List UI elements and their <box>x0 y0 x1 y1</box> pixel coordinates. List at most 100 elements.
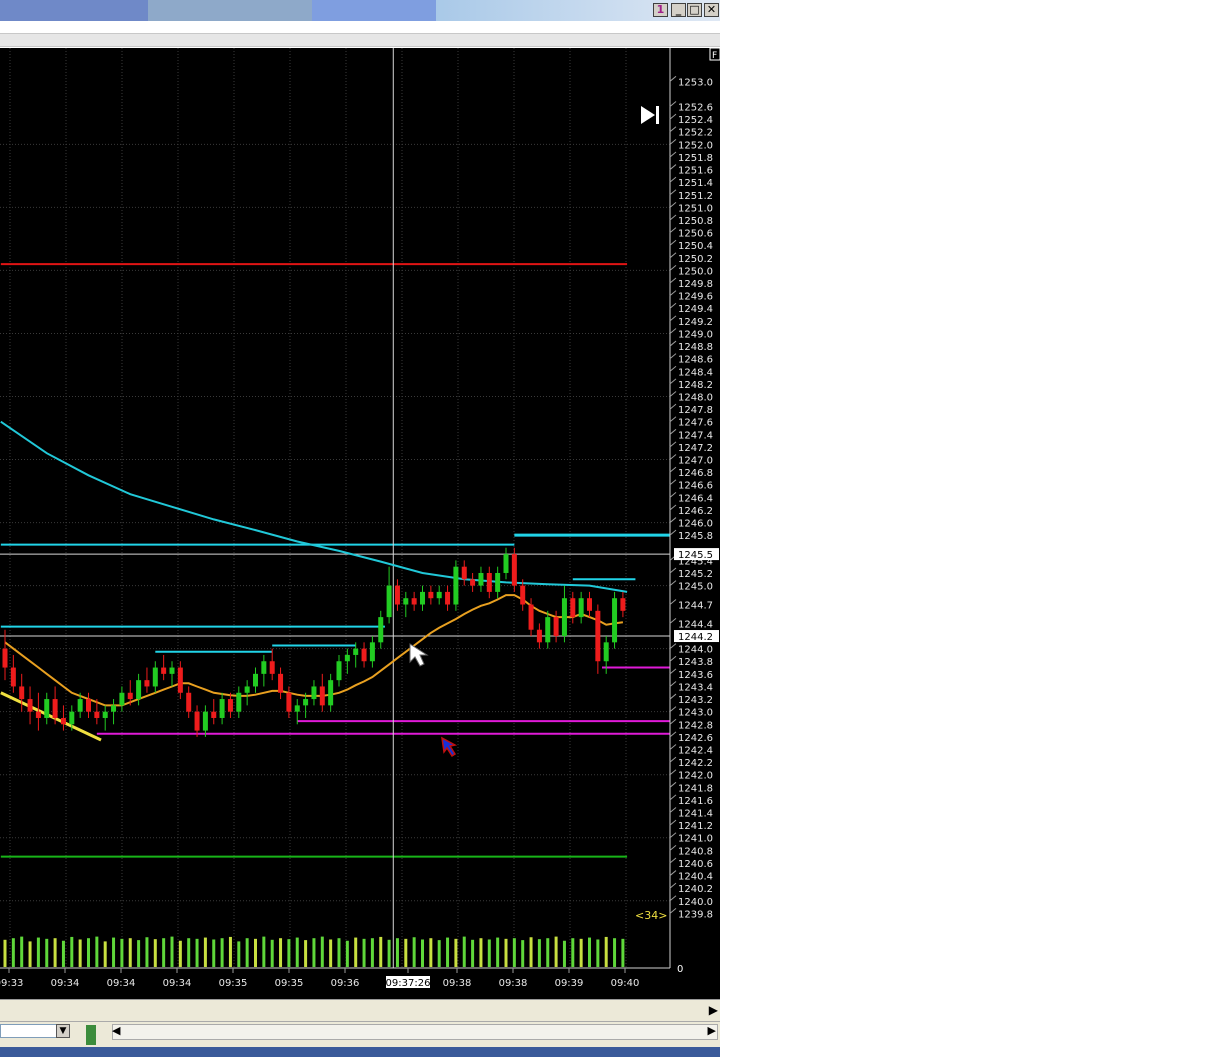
price-tick-label: 1252.0 <box>678 140 713 151</box>
volume-bar <box>537 939 541 967</box>
volume-bar <box>112 937 116 967</box>
price-tick-label: 1244.0 <box>678 645 713 656</box>
volume-bar <box>120 938 124 967</box>
mouse-cursor-icon <box>409 643 429 667</box>
volume-bar <box>471 939 475 967</box>
volume-bar <box>529 937 533 967</box>
toolbar <box>0 21 720 48</box>
price-tick-label: 1245.2 <box>678 569 713 580</box>
candle-down <box>587 598 592 611</box>
chart-area[interactable]: 1253.0 1252.6 1252.4 1252.2 1252.0 1251.8 1251… <box>0 48 720 1000</box>
price-tick-mark <box>669 857 677 864</box>
price-tick-label: 1252.4 <box>678 115 713 126</box>
price-tick-mark <box>669 794 677 801</box>
price-tick-mark <box>669 454 677 460</box>
candle-down <box>620 598 626 611</box>
volume-bar <box>462 936 466 967</box>
price-tick-mark <box>669 201 677 208</box>
price-chart[interactable]: 1253.0 1252.61252.4 1252.21252.0 1251.8 1251… <box>0 48 720 1000</box>
candle-up <box>545 617 551 643</box>
candle-up <box>202 711 208 731</box>
minimize-button[interactable]: _ <box>671 3 686 17</box>
price-tick-mark <box>669 744 677 750</box>
volume-bar <box>162 938 166 967</box>
highlighted-price-label: 1245.5 <box>678 550 713 561</box>
price-tick-mark <box>669 416 677 423</box>
maximize-button[interactable]: □ <box>687 3 702 17</box>
time-tick-label: 09:40 <box>611 978 640 989</box>
price-tick-mark <box>669 466 677 473</box>
price-tick-label: 1249.0 <box>678 329 713 340</box>
candle-down <box>161 667 167 674</box>
side-tab[interactable]: F <box>709 48 720 61</box>
price-tick-mark <box>669 252 677 259</box>
chevron-down-icon[interactable]: ▼ <box>56 1024 70 1038</box>
volume-bar <box>137 940 141 967</box>
price-tick-mark <box>669 164 677 170</box>
candle-down <box>94 711 100 718</box>
volume-bar <box>596 939 600 967</box>
price-tick-mark <box>669 340 677 347</box>
price-tick-mark <box>669 807 677 813</box>
overlay: F <34> 0 <box>409 48 720 975</box>
price-tick-mark <box>669 265 677 271</box>
price-tick-label: 1249.6 <box>678 292 713 303</box>
time-tick-label: 09:35 <box>275 978 304 989</box>
bottom-scrollbar[interactable] <box>112 1024 718 1040</box>
volume-bar <box>362 938 366 967</box>
volume-bar <box>237 941 241 967</box>
price-tick-mark <box>669 668 677 675</box>
slow-moving-average <box>0 420 628 593</box>
horizontal-scrollbar[interactable]: ▶ <box>0 999 720 1022</box>
candle-down <box>10 667 16 687</box>
candle-up <box>503 554 509 573</box>
volume-zero-label: 0 <box>677 964 683 975</box>
price-tick-mark <box>669 189 677 196</box>
jump-to-end-icon[interactable] <box>641 106 659 124</box>
price-tick-mark <box>669 441 677 448</box>
price-tick-label: 1248.2 <box>678 380 713 391</box>
price-tick-mark <box>669 315 677 322</box>
price-tick-mark <box>669 756 677 763</box>
volume-bar <box>429 938 433 967</box>
scroll-right-icon[interactable]: ▶ <box>709 1003 718 1017</box>
price-tick-mark <box>669 832 677 839</box>
price-tick-mark <box>669 693 677 700</box>
window-menu-button[interactable]: 1 <box>653 3 668 17</box>
volume-bar <box>87 938 90 967</box>
candle-down <box>60 717 66 725</box>
scroll-left-icon[interactable]: ◀ <box>112 1024 120 1037</box>
candle-down <box>536 629 542 643</box>
price-tick-mark <box>669 277 677 284</box>
price-tick-label: 1242.6 <box>678 733 713 744</box>
volume-bar <box>220 938 224 967</box>
volume-bar <box>437 940 441 967</box>
price-tick-mark <box>669 391 677 397</box>
candle-down <box>486 572 492 592</box>
volume-bar <box>579 938 583 967</box>
time-tick-label: 09:38 <box>443 978 472 989</box>
volume-bar <box>262 936 266 967</box>
volume-bar <box>270 939 274 967</box>
price-tick-label: 1251.2 <box>678 191 713 202</box>
volume-bar <box>521 940 525 967</box>
candle-up <box>369 642 375 662</box>
time-tick-label: 09:39 <box>555 978 584 989</box>
scroll-right-icon[interactable]: ▶ <box>708 1024 716 1037</box>
volume-bar <box>254 938 257 967</box>
trading-window: 1 _ □ ✕ 1253.0 1252.6 1252.4 1252.2 1252.0 12… <box>0 0 720 1057</box>
price-tick-mark <box>669 618 677 624</box>
candle-up <box>336 661 342 681</box>
price-tick-label: 1242.0 <box>678 771 713 782</box>
price-tick-label: 1251.0 <box>678 203 713 214</box>
volume-bar <box>621 938 625 967</box>
close-button[interactable]: ✕ <box>704 3 719 17</box>
price-tick-mark <box>669 504 677 511</box>
time-cursor-label: 09:37:26 <box>386 978 431 989</box>
price-tick-label: 1248.8 <box>678 342 713 353</box>
price-tick-mark <box>669 290 677 297</box>
side-tab-label: F <box>712 51 717 61</box>
candle-down <box>2 648 8 668</box>
price-tick-label: 1248.0 <box>678 392 713 403</box>
candle-down <box>286 692 292 712</box>
